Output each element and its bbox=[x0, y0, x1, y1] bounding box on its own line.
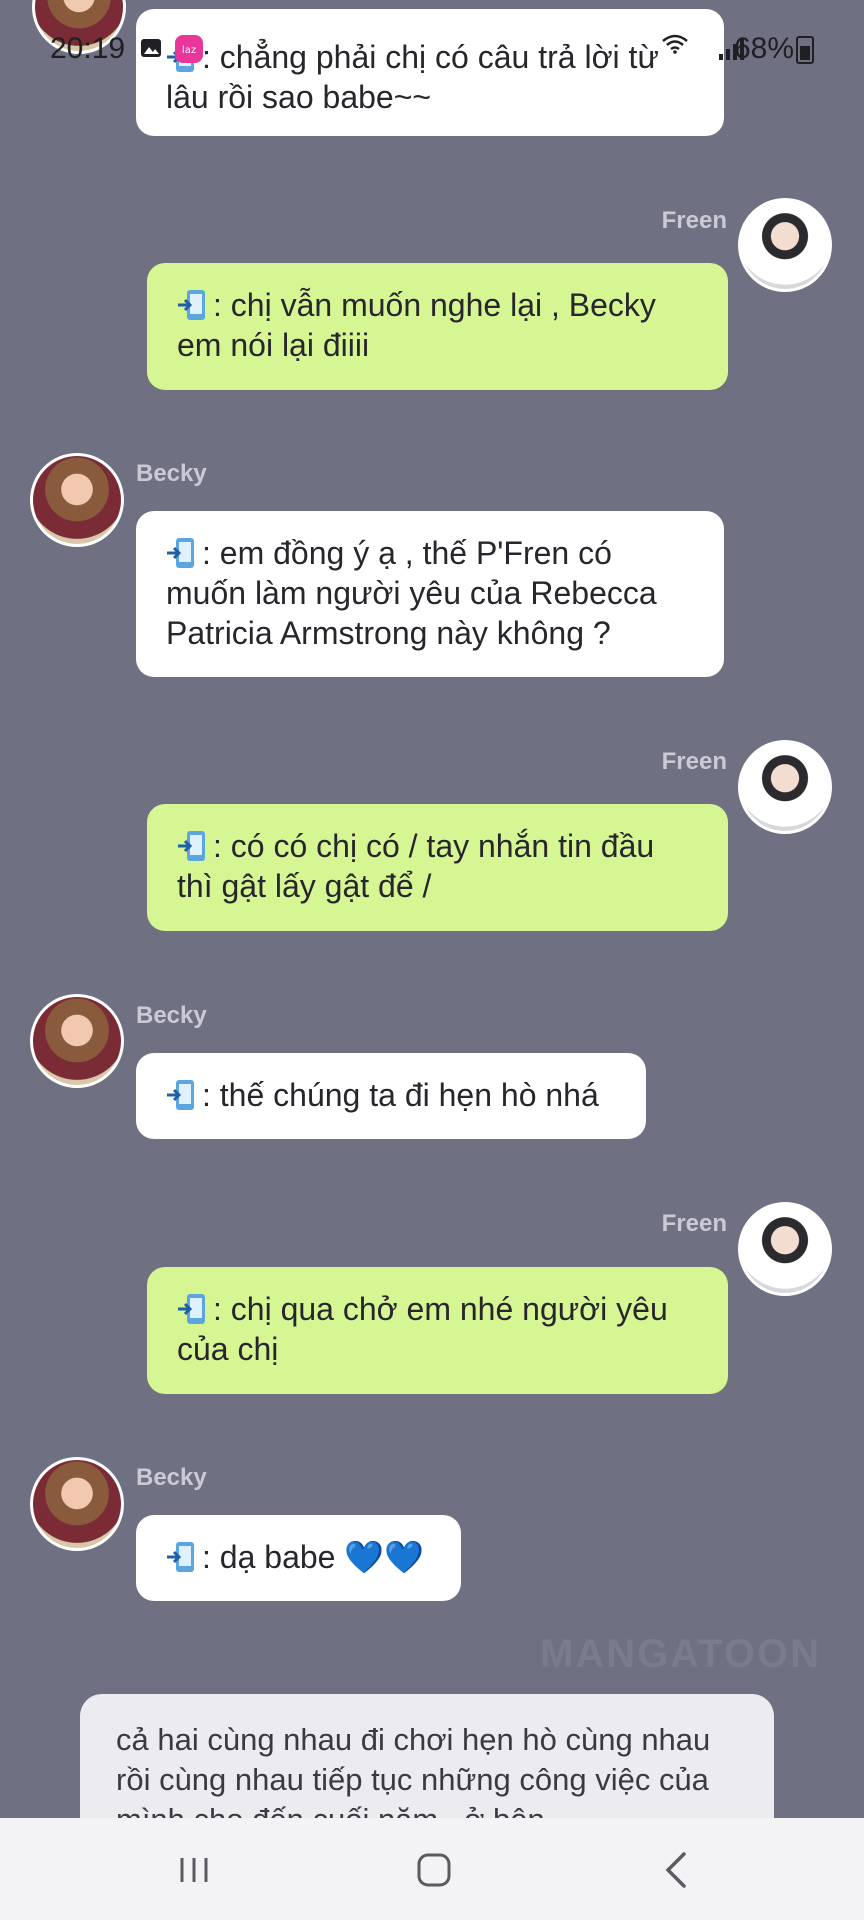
sender-name: Becky bbox=[136, 460, 207, 487]
sender-name: Becky bbox=[136, 1002, 207, 1029]
gallery-icon bbox=[141, 39, 161, 57]
message-bubble[interactable]: : em đồng ý ạ , thế P'Fren có muốn làm n… bbox=[136, 511, 724, 677]
message-bubble[interactable]: : chị qua chở em nhé người yêu của chị bbox=[147, 1267, 728, 1394]
message-text: : có có chị có / tay nhắn tin đầu thì gậ… bbox=[177, 828, 655, 904]
sender-name: Freen bbox=[661, 207, 727, 234]
status-bar: 20:19 laz 68% bbox=[0, 0, 864, 96]
phone-sms-icon bbox=[177, 829, 211, 863]
message-text: : em đồng ý ạ , thế P'Fren có muốn làm n… bbox=[166, 535, 657, 651]
phone-sms-icon bbox=[166, 1078, 200, 1112]
message-text: : chị qua chở em nhé người yêu của chị bbox=[177, 1291, 668, 1367]
message-bubble[interactable]: : chị vẫn muốn nghe lại , Becky em nói l… bbox=[147, 263, 728, 390]
phone-sms-icon bbox=[177, 288, 211, 322]
freen-avatar[interactable] bbox=[738, 1202, 832, 1296]
svg-text:laz: laz bbox=[182, 45, 196, 56]
sender-name: Freen bbox=[661, 748, 727, 775]
lazada-app-icon: laz bbox=[175, 35, 203, 63]
battery-percent: 68% bbox=[733, 32, 794, 65]
back-icon[interactable] bbox=[654, 1846, 702, 1894]
phone-sms-icon bbox=[166, 1540, 200, 1574]
message-bubble[interactable]: : thế chúng ta đi hẹn hò nhá bbox=[136, 1053, 646, 1139]
navigation-bar bbox=[0, 1818, 864, 1920]
recent-apps-icon[interactable] bbox=[170, 1846, 218, 1894]
becky-avatar[interactable] bbox=[30, 994, 124, 1088]
message-text: : chị vẫn muốn nghe lại , Becky em nói l… bbox=[177, 287, 656, 363]
message-text: : thế chúng ta đi hẹn hò nhá bbox=[202, 1077, 599, 1113]
wifi-icon bbox=[662, 34, 688, 54]
sender-name: Becky bbox=[136, 1464, 207, 1491]
home-icon[interactable] bbox=[410, 1846, 458, 1894]
becky-avatar[interactable] bbox=[30, 1457, 124, 1551]
message-text: : dạ babe 💙💙 bbox=[202, 1539, 425, 1575]
status-time: 20:19 bbox=[50, 32, 126, 65]
sender-name: Freen bbox=[661, 1210, 727, 1237]
message-bubble[interactable]: : dạ babe 💙💙 bbox=[136, 1515, 461, 1601]
phone-sms-icon bbox=[177, 1292, 211, 1326]
phone-sms-icon bbox=[166, 536, 200, 570]
watermark: MANGATOON bbox=[540, 1632, 821, 1676]
chat-screen: 20:19 laz 68% : chẳng phải chị có câu tr… bbox=[0, 0, 864, 1920]
freen-avatar[interactable] bbox=[738, 198, 832, 292]
becky-avatar[interactable] bbox=[30, 453, 124, 547]
battery-icon bbox=[796, 36, 814, 64]
message-bubble[interactable]: : có có chị có / tay nhắn tin đầu thì gậ… bbox=[147, 804, 728, 931]
freen-avatar[interactable] bbox=[738, 740, 832, 834]
